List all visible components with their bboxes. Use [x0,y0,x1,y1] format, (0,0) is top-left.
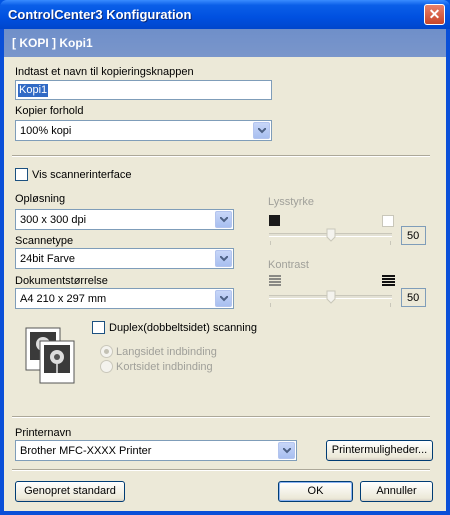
contrast-slider-thumb[interactable] [326,290,336,304]
chevron-down-icon[interactable] [278,442,295,459]
name-input[interactable]: Kopi1 [15,80,272,100]
duplex-label: Duplex(dobbeltsidet) scanning [109,322,257,334]
contrast-value: 50 [407,292,420,304]
ratio-select[interactable]: 100% kopi [15,120,272,141]
doc-size-select-value: A4 210 x 297 mm [20,293,107,305]
name-field-label: Indtast et navn til kopieringsknappen [15,66,194,78]
duplex-document-icon [25,327,75,384]
close-icon[interactable]: ✕ [424,4,445,25]
chevron-down-icon[interactable] [215,211,232,228]
brightness-value-box[interactable]: 50 [401,226,426,245]
brightness-slider-thumb[interactable] [326,228,336,242]
low-contrast-icon [269,275,281,286]
restore-defaults-button[interactable]: Genopret standard [15,481,125,502]
chevron-down-icon[interactable] [215,250,232,267]
divider [12,416,430,418]
ok-button[interactable]: OK [278,481,353,502]
brightness-value: 50 [407,230,420,242]
chevron-down-icon[interactable] [253,122,270,139]
brightness-label: Lysstyrke [268,196,315,208]
scan-type-select-value: 24bit Farve [20,253,76,265]
contrast-value-box[interactable]: 50 [401,288,426,307]
short-edge-radio[interactable] [100,360,113,373]
tick [270,303,271,307]
tick [270,241,271,245]
duplex-checkbox[interactable] [92,321,105,334]
divider [12,469,430,471]
name-input-value: Kopi1 [18,84,49,97]
printer-select-value: Brother MFC-XXXX Printer [20,445,152,457]
resolution-label: Opløsning [15,193,66,205]
tick [390,303,391,307]
contrast-label: Kontrast [268,259,309,271]
window-title: ControlCenter3 Konfiguration [8,7,192,22]
high-contrast-icon [382,275,395,286]
light-square-icon [382,215,394,227]
chevron-down-icon[interactable] [215,290,232,307]
dialog-window: ControlCenter3 Konfiguration ✕ [ KOPI ] … [0,0,450,515]
doc-size-label: Dokumentstørrelse [15,275,108,287]
printer-select[interactable]: Brother MFC-XXXX Printer [15,440,297,461]
short-edge-label: Kortsidet indbinding [116,361,213,373]
cancel-button[interactable]: Annuller [360,481,433,502]
scan-type-select[interactable]: 24bit Farve [15,248,234,269]
ratio-select-value: 100% kopi [20,125,72,137]
scanner-interface-label: Vis scannerinterface [32,169,132,181]
printer-label: Printernavn [15,427,72,439]
resolution-select[interactable]: 300 x 300 dpi [15,209,234,230]
resolution-select-value: 300 x 300 dpi [20,214,87,226]
doc-size-select[interactable]: A4 210 x 297 mm [15,288,234,309]
scanner-interface-checkbox[interactable] [15,168,28,181]
title-bar[interactable]: ControlCenter3 Konfiguration ✕ [0,0,450,29]
page-title: [ KOPI ] Kopi1 [12,36,93,50]
header-band: [ KOPI ] Kopi1 [4,29,446,57]
tick [390,241,391,245]
scan-type-label: Scannetype [15,235,74,247]
ratio-label: Kopier forhold [15,105,84,117]
radio-dot [104,349,109,354]
dialog-body: [ KOPI ] Kopi1 Indtast et navn til kopie… [4,29,446,511]
long-edge-radio[interactable] [100,345,113,358]
dark-square-icon [269,215,280,226]
divider [12,155,430,157]
long-edge-label: Langsidet indbinding [116,346,217,358]
printer-options-button[interactable]: Printermuligheder... [326,440,433,461]
